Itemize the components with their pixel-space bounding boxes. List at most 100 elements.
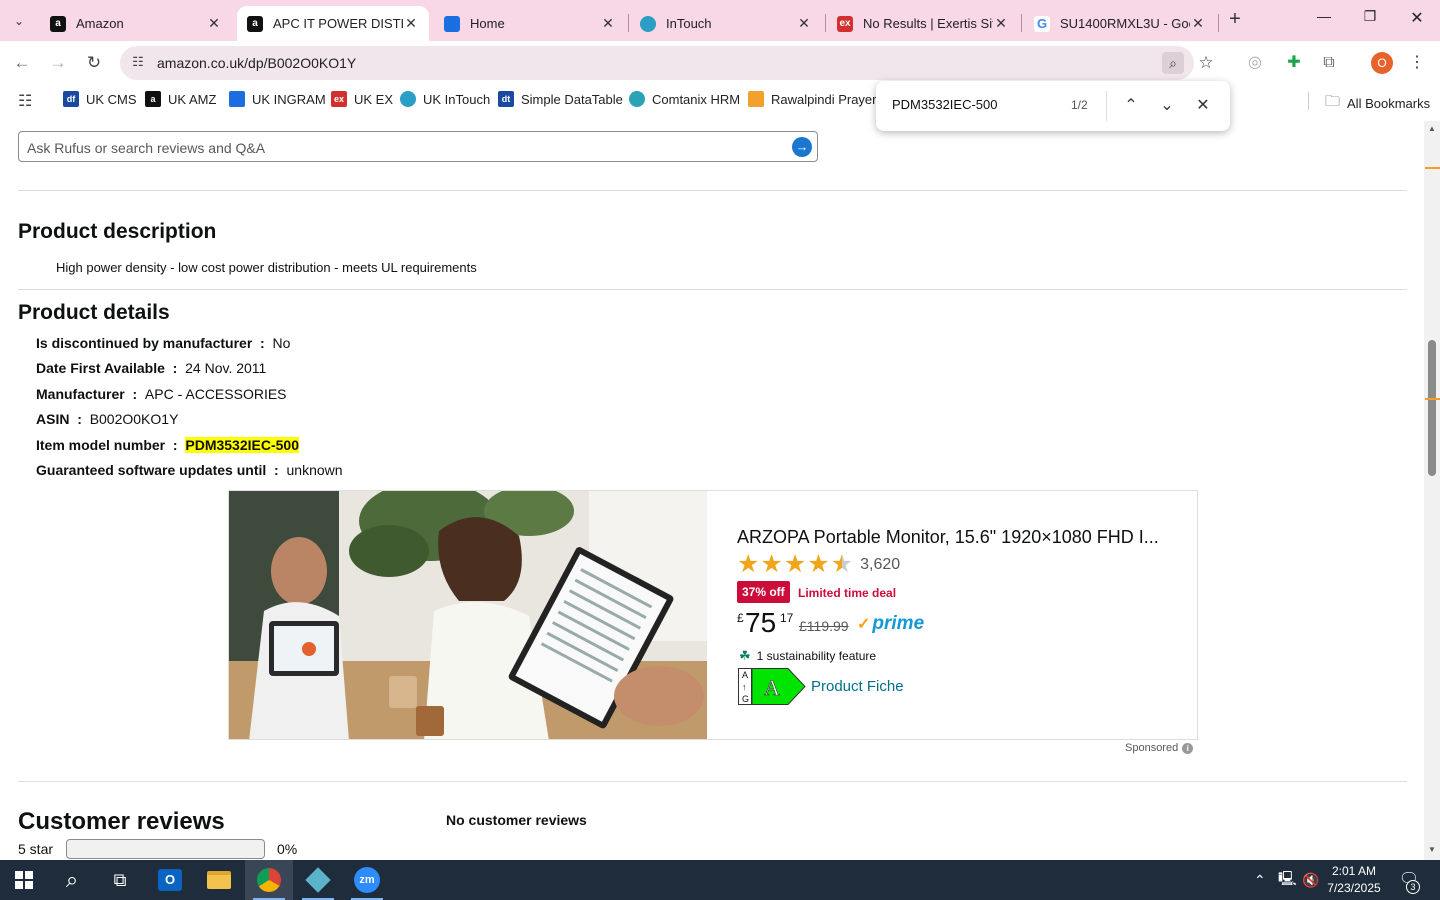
minimize-button[interactable]: — xyxy=(1301,8,1347,32)
deal-label: Limited time deal xyxy=(798,586,897,600)
close-icon[interactable]: ✕ xyxy=(206,15,222,32)
intouch-icon xyxy=(400,91,416,107)
ad-product-image[interactable] xyxy=(229,491,707,739)
sustainability-label: 1 sustainability feature xyxy=(756,649,877,663)
sponsored-ad-card[interactable]: ARZOPA Portable Monitor, 15.6" 1920×1080… xyxy=(228,490,1198,740)
detail-row: Guaranteed software updates until : unkn… xyxy=(36,462,343,478)
submit-arrow-icon[interactable]: → xyxy=(792,137,812,157)
volume-muted-icon[interactable]: 🔇 xyxy=(1302,860,1319,900)
start-button[interactable] xyxy=(0,860,48,900)
detail-row: Is discontinued by manufacturer : No xyxy=(36,335,291,351)
extension-puzzle-green-icon[interactable]: ✚ xyxy=(1282,52,1306,76)
product-fiche-link[interactable]: Product Fiche xyxy=(811,678,904,695)
network-icon[interactable]: 🖳 xyxy=(1278,860,1297,900)
taskbar-chrome[interactable] xyxy=(245,860,293,900)
bookmarks-separator xyxy=(1308,92,1309,110)
discount-badge: 37% off xyxy=(737,581,790,603)
product-details-heading: Product details xyxy=(18,301,170,324)
star-row-label[interactable]: 5 star xyxy=(18,841,53,857)
energy-label-icon[interactable]: A ↑ G A xyxy=(738,668,806,705)
datatable-icon: dt xyxy=(498,91,514,107)
bookmark-uk-ingram[interactable]: UK INGRAM xyxy=(229,91,326,107)
close-icon[interactable]: ✕ xyxy=(403,15,419,32)
bookmark-uk-ex[interactable]: ex UK EX xyxy=(331,91,393,107)
tab-label: SU1400RMXL3U - Google xyxy=(1060,16,1190,31)
outlook-icon: O xyxy=(158,869,182,891)
menu-kebab-icon[interactable]: ⋮ xyxy=(1405,52,1429,76)
system-clock[interactable]: 2:01 AM 7/23/2025 xyxy=(1320,863,1388,897)
rufus-search-input[interactable]: Ask Rufus or search reviews and Q&A → xyxy=(18,131,818,162)
bookmark-simple-datatable[interactable]: dt Simple DataTable xyxy=(498,91,623,107)
scroll-up-arrow-icon[interactable]: ▲ xyxy=(1427,124,1437,133)
tab-amazon[interactable]: a Amazon ✕ xyxy=(40,6,232,41)
bookmark-label: UK InTouch xyxy=(423,91,491,107)
task-view-button[interactable]: ⧉ xyxy=(96,860,144,900)
find-previous-chevron-up-icon[interactable]: ⌃ xyxy=(1118,93,1144,119)
bookmark-label: UK EX xyxy=(354,91,394,107)
bookmark-comtanix-hrm[interactable]: Comtanix HRM xyxy=(629,91,740,107)
taskbar-search-button[interactable]: ⌕ xyxy=(48,860,96,900)
back-button[interactable]: ← xyxy=(10,51,34,75)
taskbar-zoom[interactable]: zm xyxy=(343,860,391,900)
info-icon[interactable]: i xyxy=(1182,742,1194,754)
close-icon[interactable]: ✕ xyxy=(600,15,616,32)
price-fraction: 17 xyxy=(780,611,794,625)
tab-label: Home xyxy=(470,16,505,31)
taskbar-outlook[interactable]: O xyxy=(146,860,194,900)
ad-product-title[interactable]: ARZOPA Portable Monitor, 15.6" 1920×1080… xyxy=(737,527,1159,548)
extensions-icon[interactable]: ⧉ xyxy=(1317,52,1341,76)
product-description-heading: Product description xyxy=(18,220,217,243)
tab-exertis[interactable]: ex No Results | Exertis Site ✕ xyxy=(827,6,1019,41)
amazon-icon: a xyxy=(145,91,161,107)
tab-google[interactable]: G SU1400RMXL3U - Google ✕ xyxy=(1024,6,1216,41)
forward-button[interactable]: → xyxy=(46,51,70,75)
find-next-chevron-down-icon[interactable]: ⌄ xyxy=(1154,93,1180,119)
address-bar[interactable]: ☷ amazon.co.uk/dp/B002O0KO1Y ⌕ ☆ xyxy=(120,46,1214,80)
tab-home[interactable]: Home ✕ xyxy=(434,6,626,41)
taskbar-app-diamond[interactable] xyxy=(294,860,342,900)
notification-count-badge: 3 xyxy=(1406,880,1420,894)
bookmark-uk-cms[interactable]: df UK CMS xyxy=(63,91,137,107)
tab-intouch[interactable]: InTouch ✕ xyxy=(630,6,822,41)
translate-icon[interactable]: ◎ xyxy=(1243,52,1267,76)
close-icon[interactable]: ✕ xyxy=(796,15,812,32)
window-close-button[interactable]: ✕ xyxy=(1394,8,1440,32)
scrollbar-thumb[interactable] xyxy=(1428,340,1436,476)
close-icon[interactable]: ✕ xyxy=(1190,15,1206,32)
prayer-times-icon xyxy=(748,91,764,107)
ad-rating[interactable]: ★ ★ ★ ★ ★ 3,620 xyxy=(737,552,900,577)
page-scrollbar[interactable]: ▲ ▼ xyxy=(1424,121,1440,860)
scroll-down-arrow-icon[interactable]: ▼ xyxy=(1427,845,1437,854)
amazon-favicon-icon: a xyxy=(50,15,66,32)
bookmark-uk-amz[interactable]: a UK AMZ xyxy=(145,91,216,107)
url-text[interactable]: amazon.co.uk/dp/B002O0KO1Y xyxy=(157,55,356,71)
customer-reviews-heading: Customer reviews xyxy=(18,808,225,835)
find-input[interactable]: PDM3532IEC-500 xyxy=(892,97,998,112)
tab-apc-power[interactable]: a APC IT POWER DISTRIBUTION ✕ xyxy=(237,6,429,41)
star-full-icon: ★ xyxy=(737,550,760,578)
bookmark-uk-intouch[interactable]: UK InTouch xyxy=(400,91,490,107)
tab-search-button[interactable]: ⌄ xyxy=(6,8,32,34)
site-info-icon[interactable]: ☷ xyxy=(129,54,147,72)
sponsored-label[interactable]: Sponsored i xyxy=(1125,742,1194,754)
rating-count: 3,620 xyxy=(860,555,901,573)
network-monitor-icon: 🖳 xyxy=(1278,870,1297,886)
zoom-icon: zm xyxy=(354,867,380,893)
reload-button[interactable]: ↻ xyxy=(82,51,106,75)
bookmark-rawalpindi-prayer[interactable]: Rawalpindi Prayer Ti xyxy=(748,91,890,107)
sustainability-feature[interactable]: ☘ 1 sustainability feature xyxy=(739,648,876,664)
taskbar-file-explorer[interactable] xyxy=(195,860,243,900)
restore-button[interactable]: ❐ xyxy=(1347,8,1393,32)
new-tab-button[interactable]: + xyxy=(1224,9,1246,31)
star-percentage-bar[interactable] xyxy=(66,839,265,859)
find-in-page-icon[interactable]: ⌕ xyxy=(1162,52,1184,74)
show-hidden-icons-button[interactable]: ⌃ xyxy=(1254,860,1266,900)
profile-avatar[interactable]: O xyxy=(1371,52,1393,74)
leaf-icon: ☘ xyxy=(739,648,751,663)
find-close-icon[interactable]: ✕ xyxy=(1190,93,1216,119)
all-bookmarks-folder[interactable]: 🗀 All Bookmarks xyxy=(1325,91,1430,116)
bookmark-star-icon[interactable]: ☆ xyxy=(1195,52,1217,74)
star-full-icon: ★ xyxy=(760,550,783,578)
close-icon[interactable]: ✕ xyxy=(993,15,1009,32)
apps-grid-icon[interactable]: ☷ xyxy=(18,91,32,111)
